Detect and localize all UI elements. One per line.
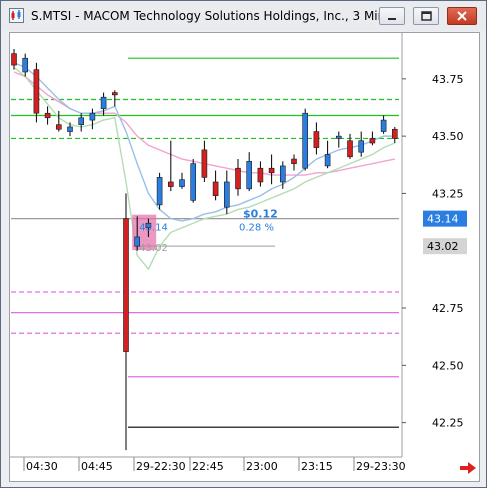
candle-body bbox=[391, 128, 398, 139]
candle-body bbox=[335, 135, 342, 139]
candle-body bbox=[67, 126, 73, 132]
candle-body bbox=[257, 167, 264, 183]
candle-body bbox=[78, 117, 84, 125]
candle-body bbox=[347, 140, 353, 158]
candle-body bbox=[179, 179, 185, 187]
x-tick-label: 22:45 bbox=[192, 460, 224, 473]
chart-window: S.MTSI - MACOM Technology Solutions Hold… bbox=[0, 0, 487, 488]
candle-body bbox=[168, 181, 174, 187]
candle-body bbox=[190, 163, 196, 201]
candle-body bbox=[324, 154, 331, 167]
close-icon bbox=[457, 11, 467, 21]
candle-body bbox=[156, 177, 163, 206]
candle-body bbox=[22, 57, 28, 73]
candle-body bbox=[235, 167, 241, 190]
candle-body bbox=[224, 181, 230, 208]
y-tick-label: 42.25 bbox=[432, 417, 464, 430]
y-tick-label: 42.75 bbox=[432, 302, 464, 315]
candle-body bbox=[268, 167, 275, 174]
restore-icon bbox=[421, 11, 432, 21]
annotation-price: 43.14 bbox=[139, 223, 168, 234]
candle-body bbox=[313, 131, 320, 148]
candle-body bbox=[201, 149, 208, 178]
minimize-button[interactable] bbox=[379, 7, 405, 25]
price-levels bbox=[11, 57, 399, 428]
restore-button[interactable] bbox=[413, 7, 439, 25]
title-bar[interactable]: S.MTSI - MACOM Technology Solutions Hold… bbox=[1, 1, 486, 31]
y-tick-label: 43.50 bbox=[432, 130, 464, 143]
x-tick-label: 04:45 bbox=[81, 460, 113, 473]
candle-body bbox=[212, 181, 219, 197]
candle-body bbox=[11, 53, 17, 66]
last-price-label: 43.14 bbox=[427, 213, 459, 226]
candle-body bbox=[33, 69, 40, 114]
y-tick-label: 42.50 bbox=[432, 359, 464, 372]
candle-body bbox=[246, 161, 252, 190]
candle-body bbox=[89, 112, 96, 121]
candlestick-chart[interactable]: 43.14 43.02 $0.12 0.28 % 43.75 43.50 43.25 42.… bbox=[10, 33, 479, 481]
x-axis: 04:30 04:45 29-22:30 22:45 23:00 23:15 29-23:3… bbox=[23, 457, 406, 473]
annotation-change-percent: 0.28 % bbox=[239, 223, 274, 234]
y-axis: 43.75 43.50 43.25 42.75 42.50 42.25 43.14 43.02 bbox=[10, 33, 467, 458]
candle-body bbox=[369, 138, 376, 144]
minimize-icon bbox=[388, 18, 396, 20]
y-tick-label: 43.25 bbox=[432, 187, 464, 200]
candle-body bbox=[291, 158, 297, 164]
close-button[interactable] bbox=[447, 7, 477, 25]
candle-body bbox=[279, 165, 286, 183]
x-tick-label: 04:30 bbox=[26, 460, 58, 473]
window-title: S.MTSI - MACOM Technology Solutions Hold… bbox=[31, 9, 386, 23]
candle-body bbox=[100, 96, 107, 109]
prev-price-label: 43.02 bbox=[427, 240, 459, 253]
x-tick-label: 29-22:30 bbox=[136, 460, 186, 473]
annotation-price-alt: 43.02 bbox=[139, 243, 168, 254]
candle-body bbox=[112, 92, 118, 96]
chart-area[interactable]: 43.14 43.02 $0.12 0.28 % 43.75 43.50 43.25 42.… bbox=[9, 32, 480, 482]
x-tick-label: 23:00 bbox=[246, 460, 278, 473]
x-tick-label: 23:15 bbox=[301, 460, 333, 473]
candle-body bbox=[55, 124, 62, 130]
candle-body bbox=[123, 218, 129, 352]
candle-body bbox=[44, 112, 51, 119]
price-annotation: 43.14 43.02 $0.12 0.28 % bbox=[139, 208, 278, 255]
x-tick-label: 29-23:30 bbox=[356, 460, 406, 473]
candle-body bbox=[380, 119, 387, 132]
scroll-right-arrow-icon[interactable] bbox=[459, 461, 477, 475]
y-tick-label: 43.75 bbox=[432, 73, 464, 86]
annotation-change: $0.12 bbox=[243, 208, 278, 221]
candle-body bbox=[302, 112, 309, 169]
candle-body bbox=[358, 140, 365, 153]
candles bbox=[11, 49, 398, 451]
chart-app-icon bbox=[9, 8, 24, 23]
